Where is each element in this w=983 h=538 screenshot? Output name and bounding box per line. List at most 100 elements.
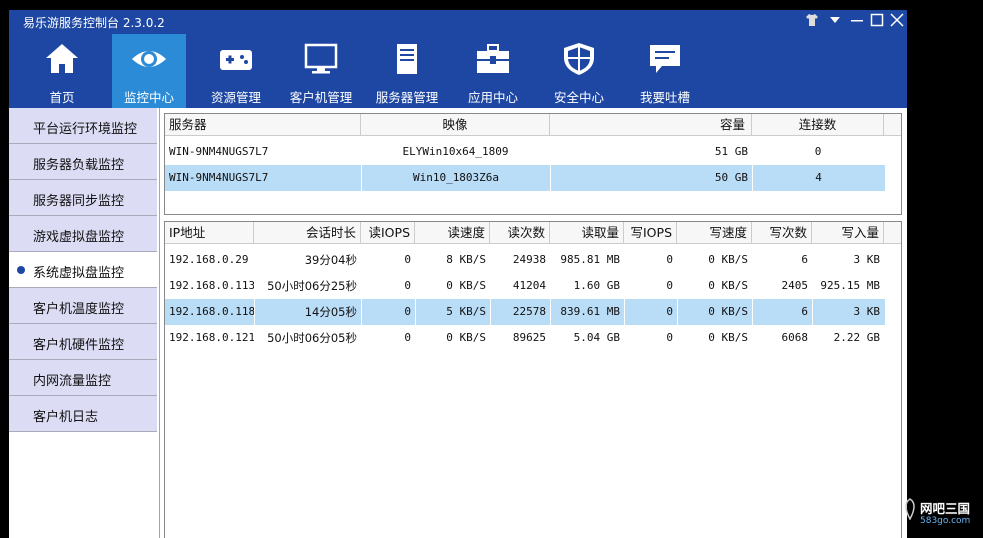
write-speed: 0 KB/S bbox=[708, 279, 748, 292]
message-icon bbox=[646, 42, 684, 76]
ip-address: 192.168.0.29 bbox=[169, 253, 249, 266]
session-duration: 50小时06分05秒 bbox=[267, 331, 357, 345]
write-amount: 3 KB bbox=[853, 253, 881, 266]
capacity: 50 GB bbox=[550, 165, 752, 191]
server-name: WIN-9NM4NUGS7L7 bbox=[169, 171, 269, 184]
nav-clients[interactable]: 客户机管理 bbox=[284, 34, 358, 108]
sidebar-item-label: 游戏虚拟盘监控 bbox=[33, 230, 125, 245]
sidebar-item-server-sync[interactable]: 服务器同步监控 bbox=[9, 180, 157, 216]
write-amount: 2.22 GB bbox=[833, 331, 880, 344]
image-name: Win10_1803Z6a bbox=[361, 165, 550, 191]
read-count: 89625 bbox=[512, 331, 546, 344]
read-iops: 0 bbox=[404, 253, 411, 266]
col-header[interactable]: 读IOPS bbox=[361, 222, 415, 244]
nav-monitor[interactable]: 监控中心 bbox=[112, 34, 186, 108]
read-iops: 0 bbox=[404, 279, 411, 292]
write-count: 6 bbox=[801, 253, 808, 266]
write-count: 2405 bbox=[781, 279, 809, 292]
table-row[interactable]: 192.168.0.113 50小时06分25秒 0 0 KB/S 41204 … bbox=[165, 273, 885, 299]
nav-resources[interactable]: 资源管理 bbox=[199, 34, 273, 108]
col-header[interactable]: 写入量 bbox=[812, 222, 884, 244]
toolbox-icon bbox=[474, 42, 512, 76]
capacity: 51 GB bbox=[714, 145, 748, 158]
nav-label: 服务器管理 bbox=[375, 90, 439, 105]
nav-servers[interactable]: 服务器管理 bbox=[370, 34, 444, 108]
watermark-icon bbox=[905, 498, 915, 520]
write-iops: 0 bbox=[666, 279, 673, 292]
sidebar-item-platform[interactable]: 平台运行环境监控 bbox=[9, 108, 157, 144]
col-header[interactable]: 读速度 bbox=[415, 222, 490, 244]
sidebar-item-label: 客户机温度监控 bbox=[33, 302, 125, 317]
nav-security[interactable]: 安全中心 bbox=[542, 34, 616, 108]
header-filler bbox=[884, 222, 901, 244]
table-row[interactable]: 192.168.0.121 50小时06分05秒 0 0 KB/S 89625 … bbox=[165, 325, 885, 351]
main-nav: 首页 监控中心 资源管理 客户机管理 服务器管理 应用中心 安全中心 我要吐槽 bbox=[9, 34, 907, 108]
read-speed: 5 KB/S bbox=[415, 299, 490, 325]
sidebar-item-client-temp[interactable]: 客户机温度监控 bbox=[9, 288, 157, 324]
read-iops: 0 bbox=[361, 299, 415, 325]
sidebar-item-label: 客户机日志 bbox=[33, 410, 99, 425]
nav-label: 首页 bbox=[49, 90, 75, 105]
read-iops: 0 bbox=[404, 331, 411, 344]
watermark-domain: 583go.com bbox=[920, 516, 971, 526]
header-filler bbox=[884, 114, 901, 136]
session-duration: 50小时06分25秒 bbox=[267, 279, 357, 293]
read-amount: 5.04 GB bbox=[573, 331, 620, 344]
menu-icon[interactable] bbox=[827, 13, 843, 29]
sidebar-item-label: 系统虚拟盘监控 bbox=[33, 266, 125, 281]
table-row[interactable]: WIN-9NM4NUGS7L7 Win10_1803Z6a 50 GB 4 bbox=[165, 165, 885, 191]
sidebar-item-system-vdisk[interactable]: 系统虚拟盘监控 bbox=[9, 252, 157, 288]
maximize-icon[interactable] bbox=[869, 13, 885, 29]
read-count: 41204 bbox=[512, 279, 546, 292]
nav-label: 监控中心 bbox=[123, 90, 174, 105]
minimize-icon[interactable] bbox=[849, 13, 865, 29]
read-amount: 985.81 MB bbox=[560, 253, 620, 266]
col-header[interactable]: 连接数 bbox=[752, 114, 884, 136]
watermark-logo: 网吧三国 583go.com bbox=[900, 494, 983, 534]
nav-apps[interactable]: 应用中心 bbox=[456, 34, 530, 108]
read-count: 22578 bbox=[490, 299, 550, 325]
write-count: 6068 bbox=[781, 331, 809, 344]
connections: 0 bbox=[814, 145, 822, 158]
session-duration: 14分05秒 bbox=[254, 299, 361, 325]
table-row[interactable]: 192.168.0.118 14分05秒 0 5 KB/S 22578 839.… bbox=[165, 299, 885, 325]
sidebar-item-lan-traffic[interactable]: 内网流量监控 bbox=[9, 360, 157, 396]
table-row[interactable]: WIN-9NM4NUGS7L7 ELYWin10x64_1809 51 GB 0 bbox=[165, 139, 885, 165]
sidebar-item-server-load[interactable]: 服务器负载监控 bbox=[9, 144, 157, 180]
col-header[interactable]: 写速度 bbox=[677, 222, 752, 244]
nav-home[interactable]: 首页 bbox=[25, 34, 99, 108]
sidebar-item-game-vdisk[interactable]: 游戏虚拟盘监控 bbox=[9, 216, 157, 252]
col-header[interactable]: 会话时长 bbox=[254, 222, 361, 244]
col-header[interactable]: 写IOPS bbox=[624, 222, 677, 244]
write-speed: 0 KB/S bbox=[708, 253, 748, 266]
col-header[interactable]: 服务器 bbox=[165, 114, 361, 136]
col-header[interactable]: 写次数 bbox=[752, 222, 812, 244]
col-header[interactable]: 容量 bbox=[550, 114, 752, 136]
write-speed: 0 KB/S bbox=[677, 299, 752, 325]
read-count: 24938 bbox=[512, 253, 546, 266]
app-window: 易乐游服务控制台 2.3.0.2 首页 监控中心 资源管理 客户机管理 服务器管… bbox=[9, 10, 907, 538]
title-bar: 易乐游服务控制台 2.3.0.2 bbox=[9, 10, 907, 34]
watermark-text: 网吧三国 bbox=[920, 501, 971, 516]
col-header[interactable]: 映像 bbox=[361, 114, 550, 136]
sidebar-item-label: 服务器负载监控 bbox=[33, 158, 125, 173]
window-title: 易乐游服务控制台 2.3.0.2 bbox=[23, 16, 165, 30]
server-table: 服务器 映像 容量 连接数 WIN-9NM4NUGS7L7 ELYWin10x6… bbox=[164, 113, 902, 215]
home-icon bbox=[43, 42, 81, 76]
write-iops: 0 bbox=[666, 253, 673, 266]
monitor-icon bbox=[302, 42, 340, 76]
sidebar-item-label: 服务器同步监控 bbox=[33, 194, 125, 209]
sidebar-item-client-log[interactable]: 客户机日志 bbox=[9, 396, 157, 432]
nav-label: 资源管理 bbox=[210, 90, 261, 105]
table-row[interactable]: 192.168.0.29 39分04秒 0 8 KB/S 24938 985.8… bbox=[165, 247, 885, 273]
close-icon[interactable] bbox=[889, 13, 905, 29]
sidebar-item-client-hardware[interactable]: 客户机硬件监控 bbox=[9, 324, 157, 360]
col-header[interactable]: 读次数 bbox=[490, 222, 550, 244]
nav-feedback[interactable]: 我要吐槽 bbox=[628, 34, 702, 108]
col-header[interactable]: IP地址 bbox=[165, 222, 254, 244]
skin-icon[interactable] bbox=[804, 13, 820, 29]
col-header[interactable]: 读取量 bbox=[550, 222, 624, 244]
nav-label: 应用中心 bbox=[467, 90, 518, 105]
sidebar-item-label: 平台运行环境监控 bbox=[33, 122, 138, 137]
nav-label: 安全中心 bbox=[553, 90, 604, 105]
